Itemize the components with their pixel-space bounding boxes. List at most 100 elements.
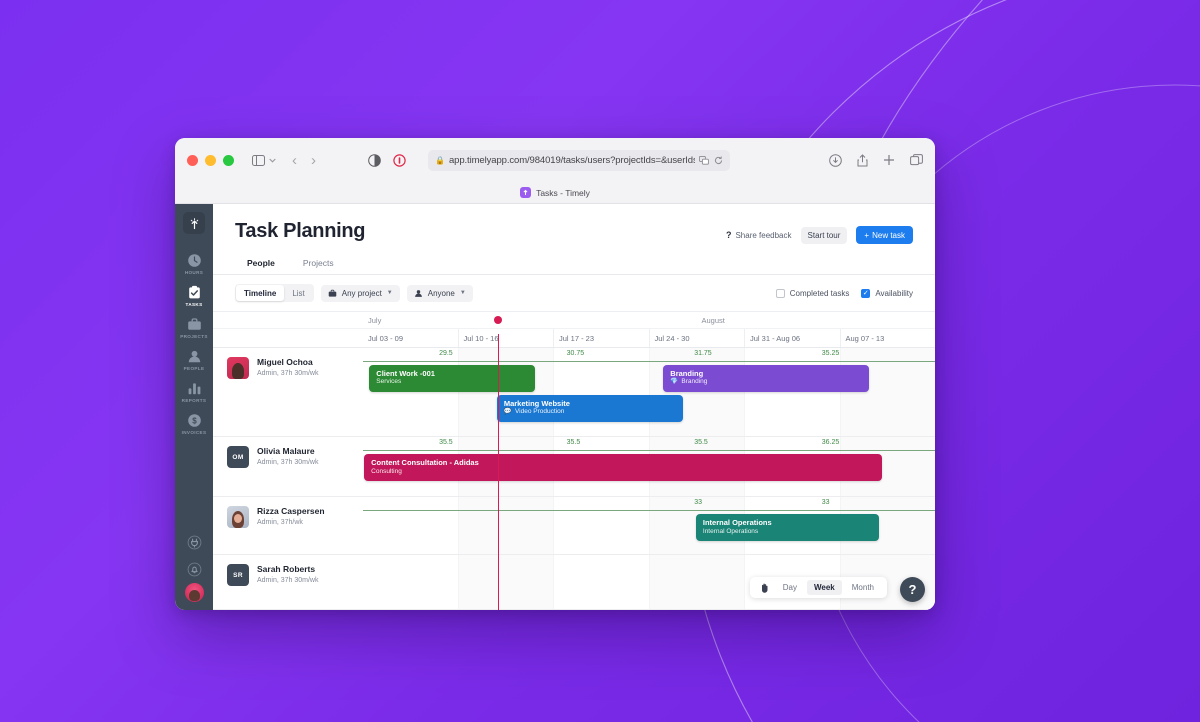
sidebar-item-hours[interactable]: HOURS [175, 248, 213, 280]
view-mode-toggle[interactable]: Timeline List [235, 284, 314, 302]
task-bar[interactable]: Content Consultation - Adidas Consulting [364, 454, 882, 482]
sidebar-item-people[interactable]: PEOPLE [175, 344, 213, 376]
browser-window: ‹ › 🔒 app.timelyapp.com/984019/tasks/use… [175, 138, 935, 610]
person-name: Miguel Ochoa [257, 357, 313, 367]
bar-chart-icon [187, 381, 202, 396]
translate-icon[interactable] [699, 155, 709, 165]
sidebar-item-label: PEOPLE [183, 366, 205, 371]
memory-plug-icon[interactable] [187, 529, 202, 556]
window-traffic-lights[interactable] [187, 154, 234, 166]
browser-sidebar-toggle[interactable] [252, 154, 276, 166]
person-info[interactable]: SR Sarah Roberts Admin, 37h 30m/wk [213, 555, 363, 609]
share-feedback-button[interactable]: ? Share feedback [726, 230, 792, 240]
help-button[interactable]: ? [900, 577, 925, 602]
timeline-month-row: July August [213, 312, 935, 329]
browser-tab[interactable]: Tasks - Timely [520, 187, 590, 198]
tasks-clipboard-icon [187, 285, 202, 300]
project-filter-dropdown[interactable]: Any project ▼ [320, 284, 400, 302]
person-info[interactable]: Rizza Caspersen Admin, 37h/wk [213, 497, 363, 554]
new-task-button[interactable]: + New task [856, 226, 913, 244]
zoom-week-button[interactable]: Week [807, 580, 842, 595]
task-title: Internal Operations [702, 518, 772, 528]
availability-checkbox[interactable]: ✓ Availability [861, 288, 913, 298]
svg-text:$: $ [192, 417, 197, 426]
forward-button[interactable]: › [311, 152, 316, 169]
download-icon[interactable] [829, 153, 842, 167]
person-info[interactable]: Miguel Ochoa Admin, 37h 30m/wk [213, 348, 363, 436]
url-text: app.timelyapp.com/984019/tasks/users?pro… [448, 154, 695, 166]
sidebar-item-projects[interactable]: PROJECTS [175, 312, 213, 344]
checkbox-checked-icon: ✓ [861, 288, 871, 298]
tab-projects[interactable]: Projects [291, 252, 346, 274]
page-header: Task Planning ? Share feedback Start tou… [213, 204, 935, 244]
availability-line [363, 450, 935, 452]
task-bar[interactable]: Marketing Website 💬 Video Production [496, 395, 683, 422]
address-bar[interactable]: 🔒 app.timelyapp.com/984019/tasks/users?p… [428, 149, 730, 171]
view-mode-list[interactable]: List [284, 285, 312, 301]
tab-people[interactable]: People [235, 252, 287, 274]
person-role: Admin, 37h 30m/wk [257, 370, 319, 378]
minimize-window-button[interactable] [205, 154, 216, 166]
timeline-week-row: Jul 03 - 09 Jul 10 - 16 Jul 17 - 23 Jul … [213, 329, 935, 348]
task-emoji-icon: 💬 [503, 408, 512, 416]
avatar [227, 357, 249, 379]
task-project-label: Branding [681, 378, 708, 386]
timeline-corner [213, 312, 363, 328]
browser-navigation[interactable]: ‹ › [292, 152, 316, 169]
back-button[interactable]: ‹ [292, 152, 297, 169]
reload-icon[interactable] [714, 156, 723, 165]
sidebar-item-tasks[interactable]: TASKS [175, 280, 213, 312]
filter-bar: Timeline List Any project ▼ Anyone ▼ Com… [213, 275, 935, 312]
availability-value: 33 [821, 499, 830, 507]
maximize-window-button[interactable] [223, 154, 234, 166]
availability-value: 35.5 [694, 439, 708, 447]
content-blocker-icon[interactable] [393, 153, 406, 167]
new-tab-icon[interactable] [883, 154, 895, 166]
main-content: Task Planning ? Share feedback Start tou… [213, 204, 935, 610]
sidebar-item-reports[interactable]: REPORTS [175, 376, 213, 408]
task-subtitle: Services [376, 378, 528, 386]
table-row[interactable]: Miguel Ochoa Admin, 37h 30m/wk 29.5 30.7… [213, 348, 935, 438]
sidebar-item-invoices[interactable]: $ INVOICES [175, 408, 213, 440]
task-bar[interactable]: Client Work -001 Services [369, 365, 536, 392]
timely-favicon [520, 187, 532, 198]
share-icon[interactable] [857, 153, 868, 167]
people-filter-dropdown[interactable]: Anyone ▼ [406, 284, 473, 302]
timely-logo[interactable] [183, 212, 205, 234]
availability-value: 35.5 [439, 439, 453, 447]
month-label: July [368, 316, 382, 325]
month-label: August [701, 316, 725, 325]
start-tour-button[interactable]: Start tour [800, 226, 848, 244]
timeline-lane[interactable]: 29.5 30.75 31.75 35.25 Client Work -001 … [363, 348, 935, 437]
sidebar-item-label: INVOICES [181, 430, 207, 435]
timeline-zoom-control[interactable]: Day Week Month [749, 577, 887, 598]
task-bar[interactable]: Internal Operations Internal Operations [695, 514, 879, 542]
person-info[interactable]: OM Olivia Malaure Admin, 37h 30m/wk [213, 437, 363, 496]
task-bar[interactable]: Branding 💎 Branding [663, 365, 869, 392]
zoom-month-button[interactable]: Month [845, 580, 881, 595]
view-mode-timeline[interactable]: Timeline [236, 285, 285, 301]
bell-icon[interactable] [187, 556, 202, 583]
person-icon [187, 349, 202, 364]
browser-toolbar-actions[interactable] [829, 153, 923, 167]
dollar-circle-icon: $ [187, 413, 202, 428]
table-row[interactable]: OM Olivia Malaure Admin, 37h 30m/wk 35.5… [213, 437, 935, 498]
close-window-button[interactable] [187, 154, 198, 166]
plus-icon: + [864, 230, 870, 240]
task-project-label: Services [376, 378, 402, 386]
completed-tasks-label: Completed tasks [789, 288, 850, 298]
zoom-day-button[interactable]: Day [776, 580, 804, 595]
user-avatar[interactable] [184, 583, 204, 602]
timeline-lane[interactable]: 35.5 35.5 35.5 36.25 Content Consultatio… [363, 437, 935, 497]
table-row[interactable]: Rizza Caspersen Admin, 37h/wk 33 33 Inte… [213, 497, 935, 556]
availability-value: 33 [694, 499, 702, 507]
tab-overview-icon[interactable] [910, 153, 923, 167]
avatar [227, 506, 249, 529]
task-project-label: Video Production [514, 408, 565, 416]
timeline-lane[interactable]: 33 33 Internal Operations Internal Opera… [363, 497, 935, 555]
page-tabs: People Projects [213, 244, 935, 275]
hand-icon[interactable] [756, 583, 773, 593]
reader-contrast-icon[interactable] [368, 153, 381, 167]
person-name: Rizza Caspersen [257, 506, 325, 517]
completed-tasks-checkbox[interactable]: Completed tasks [775, 288, 850, 298]
